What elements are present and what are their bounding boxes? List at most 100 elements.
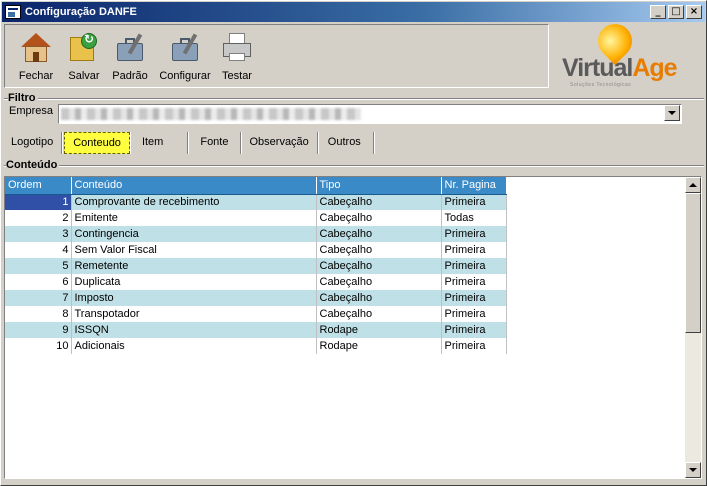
cell-tipo[interactable]: Rodape (316, 322, 442, 338)
printer-icon (220, 31, 254, 63)
testar-button[interactable]: Testar (212, 31, 262, 85)
briefcase-tools-icon (113, 31, 147, 63)
cell-tipo[interactable]: Cabeçalho (316, 290, 442, 306)
chevron-down-icon[interactable] (664, 105, 680, 121)
conteudo-grid[interactable]: Ordem Conteúdo Tipo Nr. Pagina 1 Comprov… (4, 176, 702, 479)
virtualage-logo: VirtualAge Soluções Tecnológicas (556, 16, 702, 88)
tab-logotipo[interactable]: Logotipo (3, 132, 63, 154)
table-row[interactable]: 6 Duplicata Cabeçalho Primeira (5, 274, 507, 290)
maximize-button[interactable]: □ (668, 5, 684, 19)
tab-fonte[interactable]: Fonte (188, 132, 242, 154)
table-row[interactable]: 9 ISSQN Rodape Primeira (5, 322, 507, 338)
cell-nr-pagina[interactable]: Primeira (441, 306, 507, 322)
column-header-ordem[interactable]: Ordem (5, 177, 72, 195)
column-header-nr-pagina[interactable]: Nr. Pagina (441, 177, 507, 195)
padrao-label: Padrão (112, 70, 148, 82)
fechar-button[interactable]: Fechar (11, 31, 61, 85)
testar-label: Testar (222, 70, 252, 82)
table-row[interactable]: 7 Imposto Cabeçalho Primeira (5, 290, 507, 306)
cell-ordem[interactable]: 9 (5, 322, 72, 338)
table-row[interactable]: 5 Remetente Cabeçalho Primeira (5, 258, 507, 274)
table-row[interactable]: 8 Transpotador Cabeçalho Primeira (5, 306, 507, 322)
table-row[interactable]: 4 Sem Valor Fiscal Cabeçalho Primeira (5, 242, 507, 258)
cell-ordem[interactable]: 3 (5, 226, 72, 242)
cell-nr-pagina[interactable]: Primeira (441, 242, 507, 258)
cell-ordem[interactable]: 8 (5, 306, 72, 322)
cell-tipo[interactable]: Cabeçalho (316, 210, 442, 226)
cell-ordem[interactable]: 6 (5, 274, 72, 290)
scroll-down-arrow-icon[interactable] (685, 462, 701, 478)
cell-tipo[interactable]: Rodape (316, 338, 442, 354)
cell-conteudo[interactable]: Remetente (71, 258, 317, 274)
column-header-tipo[interactable]: Tipo (316, 177, 442, 195)
window-controls: _ □ × (650, 5, 702, 19)
salvar-button[interactable]: Salvar (59, 31, 109, 85)
cell-nr-pagina[interactable]: Primeira (441, 226, 507, 242)
empresa-label: Empresa (9, 105, 54, 117)
save-folder-icon (67, 31, 101, 63)
cell-conteudo[interactable]: Emitente (71, 210, 317, 226)
cell-ordem[interactable]: 4 (5, 242, 72, 258)
config-danfe-window: Configuração DANFE _ □ × Fechar Salvar P… (0, 0, 707, 486)
empresa-select[interactable] (58, 104, 682, 124)
tab-bar: Logotipo Conteudo Item Fonte Observação … (3, 131, 374, 155)
cell-conteudo[interactable]: Comprovante de recebimento (71, 194, 317, 210)
toolbar: Fechar Salvar Padrão Configurar Testar (4, 24, 549, 88)
cell-ordem[interactable]: 2 (5, 210, 72, 226)
conteudo-section-title: Conteúdo (6, 159, 60, 171)
cell-conteudo[interactable]: Imposto (71, 290, 317, 306)
cell-nr-pagina[interactable]: Primeira (441, 194, 507, 210)
tab-conteudo[interactable]: Conteudo (64, 132, 130, 154)
scroll-up-arrow-icon[interactable] (685, 177, 701, 193)
briefcase-tools-icon (168, 31, 202, 63)
close-button[interactable]: × (686, 5, 702, 19)
table-row[interactable]: 2 Emitente Cabeçalho Todas (5, 210, 507, 226)
scroll-thumb[interactable] (685, 193, 701, 333)
tab-outros[interactable]: Outros (318, 132, 374, 154)
configurar-button[interactable]: Configurar (157, 31, 213, 85)
tab-item[interactable]: Item (132, 132, 189, 154)
minimize-button[interactable]: _ (650, 5, 666, 19)
title-bar[interactable]: Configuração DANFE _ □ × (2, 2, 705, 22)
cell-ordem[interactable]: 10 (5, 338, 72, 354)
fechar-label: Fechar (18, 70, 54, 82)
cell-tipo[interactable]: Cabeçalho (316, 274, 442, 290)
house-icon (19, 31, 53, 63)
cell-conteudo[interactable]: Contingencia (71, 226, 317, 242)
cell-ordem[interactable]: 7 (5, 290, 72, 306)
cell-nr-pagina[interactable]: Primeira (441, 338, 507, 354)
table-row[interactable]: 1 Comprovante de recebimento Cabeçalho P… (5, 194, 507, 210)
cell-nr-pagina[interactable]: Primeira (441, 290, 507, 306)
cell-conteudo[interactable]: Transpotador (71, 306, 317, 322)
cell-conteudo[interactable]: Adicionais (71, 338, 317, 354)
cell-tipo[interactable]: Cabeçalho (316, 242, 442, 258)
cell-nr-pagina[interactable]: Todas (441, 210, 507, 226)
cell-nr-pagina[interactable]: Primeira (441, 258, 507, 274)
table-header-row: Ordem Conteúdo Tipo Nr. Pagina (5, 177, 507, 195)
conteudo-table: Ordem Conteúdo Tipo Nr. Pagina 1 Comprov… (5, 177, 507, 354)
cell-nr-pagina[interactable]: Primeira (441, 274, 507, 290)
cell-nr-pagina[interactable]: Primeira (441, 322, 507, 338)
app-icon[interactable] (5, 5, 21, 19)
tab-observacao[interactable]: Observação (241, 132, 318, 154)
cell-conteudo[interactable]: Duplicata (71, 274, 317, 290)
cell-tipo[interactable]: Cabeçalho (316, 194, 442, 210)
cell-tipo[interactable]: Cabeçalho (316, 226, 442, 242)
cell-ordem[interactable]: 1 (5, 194, 72, 210)
cell-ordem[interactable]: 5 (5, 258, 72, 274)
cell-conteudo[interactable]: ISSQN (71, 322, 317, 338)
column-header-conteudo[interactable]: Conteúdo (71, 177, 317, 195)
padrao-button[interactable]: Padrão (105, 31, 155, 85)
cell-tipo[interactable]: Cabeçalho (316, 258, 442, 274)
cell-tipo[interactable]: Cabeçalho (316, 306, 442, 322)
conteudo-divider (4, 165, 704, 167)
filtro-section-title: Filtro (8, 92, 38, 104)
table-row[interactable]: 3 Contingencia Cabeçalho Primeira (5, 226, 507, 242)
table-row[interactable]: 10 Adicionais Rodape Primeira (5, 338, 507, 354)
filtro-divider (4, 98, 704, 100)
logo-brand: VirtualAge (562, 54, 678, 82)
empresa-value-redacted (61, 108, 361, 120)
cell-conteudo[interactable]: Sem Valor Fiscal (71, 242, 317, 258)
vertical-scrollbar[interactable] (685, 177, 701, 478)
salvar-label: Salvar (68, 70, 100, 82)
